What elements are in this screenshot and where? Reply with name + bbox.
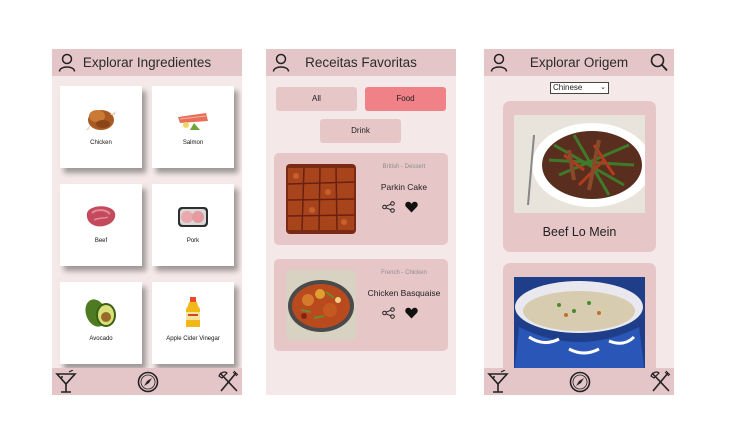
header: Explorar Origem (484, 49, 674, 76)
ingredient-card-chicken[interactable]: Chicken (60, 86, 142, 168)
pork-icon (178, 207, 208, 227)
meal-image (514, 115, 645, 213)
ingredient-card-beef[interactable]: Beef (60, 184, 142, 266)
page-title: Explorar Origem (529, 55, 629, 70)
beef-icon (86, 206, 116, 227)
page-title: Explorar Ingredientes (82, 55, 212, 70)
share-icon[interactable] (382, 307, 395, 319)
favorite-card[interactable]: British - Dessert Parkin Cake (274, 153, 448, 245)
recipe-name: Parkin Cake (380, 182, 428, 192)
page-title: Receitas Favoritas (305, 55, 417, 70)
ingredient-label: Avocado (89, 336, 113, 342)
header: Receitas Favoritas (266, 49, 456, 76)
ingredient-card-avocado[interactable]: Avocado (60, 282, 142, 364)
vinegar-bottle-icon (186, 297, 200, 327)
utensils-icon[interactable] (649, 370, 671, 394)
ingredient-card-pork[interactable]: Pork (152, 184, 234, 266)
meal-name: Beef Lo Mein (542, 225, 617, 239)
header: Explorar Ingredientes (52, 49, 242, 76)
bottom-nav (52, 368, 242, 395)
recipe-origin: British - Dessert (382, 164, 426, 170)
chicken-icon (86, 110, 116, 130)
ingredient-card-apple-cider-vinegar[interactable]: Apple Cider Vinegar (152, 282, 234, 364)
filter-food-button[interactable]: Food (365, 87, 446, 111)
avocado-icon (85, 299, 116, 327)
ingredients-screen: Explorar Ingredientes Chicken Salmon Bee… (52, 49, 242, 395)
favorites-screen: Receitas Favoritas All Food Drink Britis… (266, 49, 456, 395)
ingredient-label: Pork (186, 238, 200, 244)
share-icon[interactable] (382, 201, 395, 213)
meal-card[interactable]: Beef Lo Mein (503, 101, 656, 252)
area-select-value: Chinese (553, 83, 583, 92)
favorite-card[interactable]: French - Chicken Chicken Basquaise (274, 259, 448, 351)
ingredient-label: Chicken (90, 140, 112, 146)
area-select[interactable]: Chinese ⌄ (550, 82, 609, 94)
compass-icon[interactable] (137, 370, 159, 394)
heart-icon[interactable] (405, 201, 418, 213)
ingredient-card-salmon[interactable]: Salmon (152, 86, 234, 168)
recipe-image (286, 164, 356, 234)
cocktail-icon[interactable] (55, 370, 77, 394)
cocktail-icon[interactable] (487, 370, 509, 394)
recipe-image (286, 270, 356, 340)
origin-screen: Explorar Origem Chinese ⌄ Beef Lo Mein (484, 49, 674, 395)
ingredient-label: Apple Cider Vinegar (166, 336, 220, 342)
meal-image (514, 277, 645, 375)
compass-icon[interactable] (569, 370, 591, 394)
filter-drink-button[interactable]: Drink (320, 119, 401, 143)
search-icon[interactable] (650, 53, 668, 72)
chevron-down-icon: ⌄ (600, 84, 606, 91)
recipe-origin: French - Chicken (381, 270, 427, 276)
ingredient-label: Beef (94, 238, 108, 244)
recipe-name: Chicken Basquaise (367, 288, 441, 298)
bottom-nav (484, 368, 674, 395)
heart-icon[interactable] (405, 307, 418, 319)
utensils-icon[interactable] (217, 370, 239, 394)
filter-all-button[interactable]: All (276, 87, 357, 111)
salmon-icon (178, 113, 208, 130)
ingredient-label: Salmon (182, 140, 204, 146)
